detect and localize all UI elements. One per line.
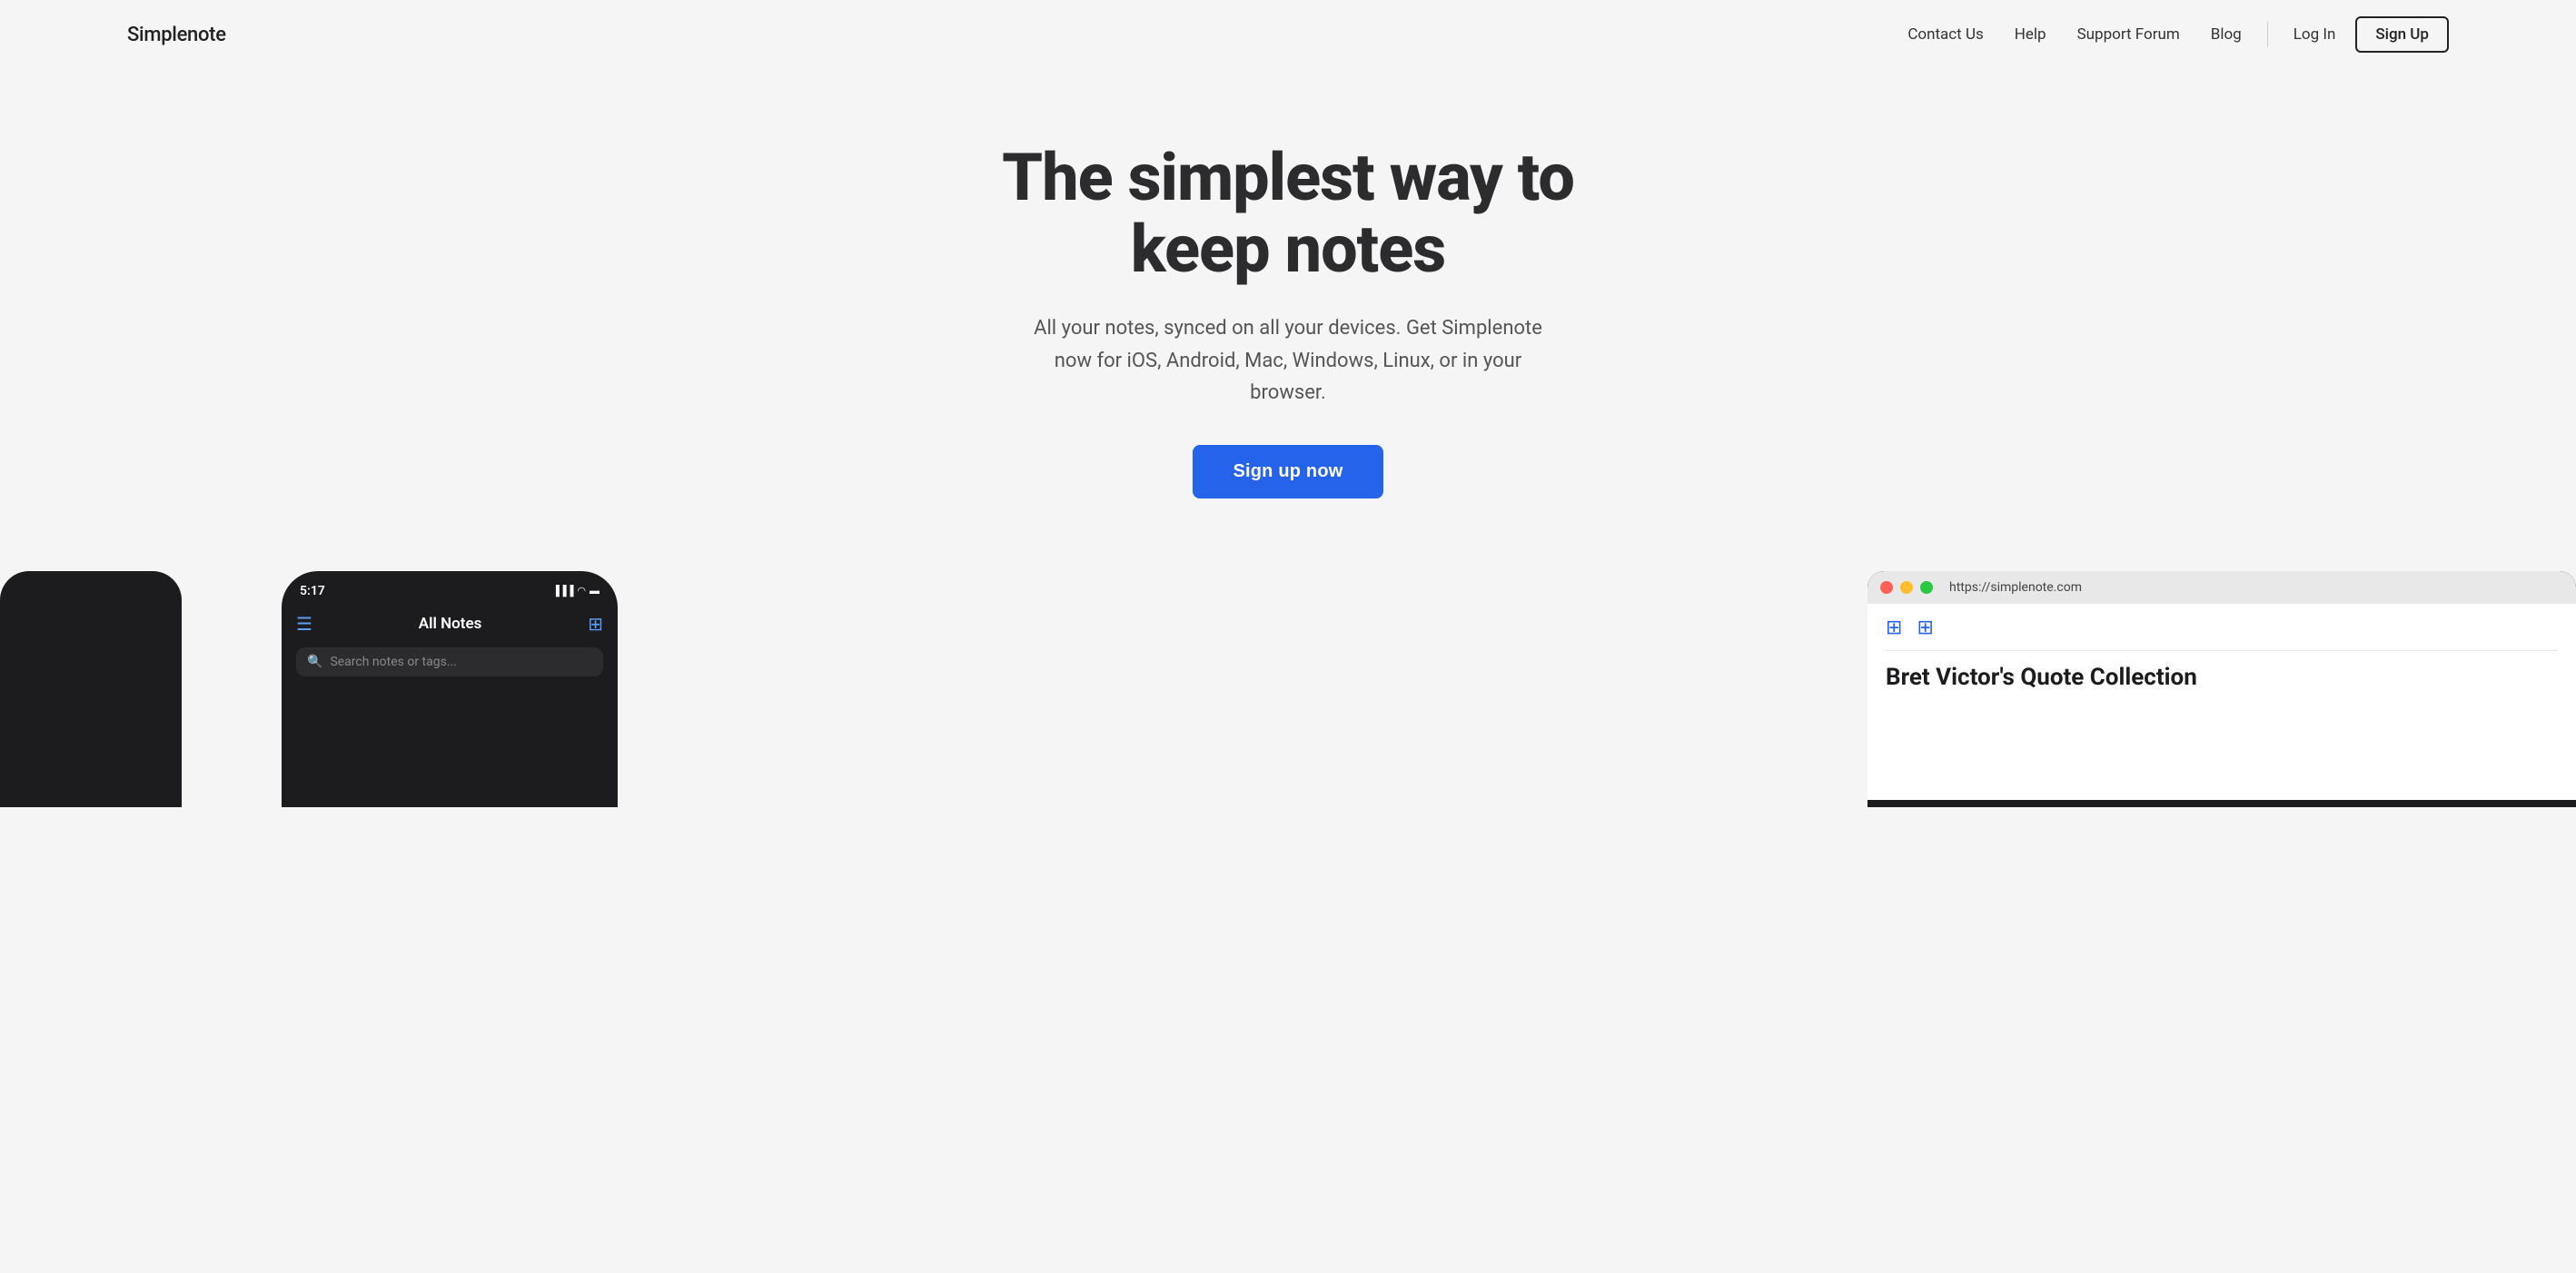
wifi-icon: ◠ xyxy=(577,585,586,597)
hero-subtitle: All your notes, synced on all your devic… xyxy=(1016,312,1560,409)
browser-maximize-dot[interactable] xyxy=(1920,581,1933,594)
logo[interactable]: Simplenote xyxy=(127,24,226,46)
phone-header-title: All Notes xyxy=(312,615,588,633)
browser-toolbar: https://simplenote.com xyxy=(1868,571,2576,604)
signup-now-button[interactable]: Sign up now xyxy=(1193,445,1382,498)
signal-icon: ▐▐▐ xyxy=(552,585,573,597)
new-note-icon[interactable]: ⊞ xyxy=(588,613,603,635)
nav-link-blog[interactable]: Blog xyxy=(2200,20,2253,49)
nav-link-help[interactable]: Help xyxy=(2004,20,2057,49)
browser-close-dot[interactable] xyxy=(1880,581,1893,594)
new-note-browser-icon[interactable]: ⊞ xyxy=(1886,617,1902,639)
menu-icon[interactable]: ☰ xyxy=(296,613,312,635)
main-nav: Simplenote Contact Us Help Support Forum… xyxy=(0,0,2576,69)
browser-minimize-dot[interactable] xyxy=(1900,581,1913,594)
nav-links: Contact Us Help Support Forum Blog Log I… xyxy=(1897,16,2449,53)
signup-link[interactable]: Sign Up xyxy=(2355,16,2449,53)
nav-link-support[interactable]: Support Forum xyxy=(2066,20,2191,49)
search-icon: 🔍 xyxy=(307,655,322,669)
battery-icon: ▬ xyxy=(590,585,599,597)
phone-middle: 5:17 ▐▐▐ ◠ ▬ ☰ All Notes ⊞ 🔍 Search note… xyxy=(282,571,618,807)
browser-content: ⊞ ⊞ Bret Victor's Quote Collection xyxy=(1868,604,2576,800)
phone-time: 5:17 xyxy=(300,584,325,598)
columns-icon[interactable]: ⊞ xyxy=(1917,617,1933,639)
browser-note-title: Bret Victor's Quote Collection xyxy=(1886,664,2558,691)
phone-header: ☰ All Notes ⊞ xyxy=(296,607,603,640)
browser-window: https://simplenote.com ⊞ ⊞ Bret Victor's… xyxy=(1868,571,2576,807)
phone-status-bar: 5:17 ▐▐▐ ◠ ▬ xyxy=(296,584,603,598)
phone-icons: ▐▐▐ ◠ ▬ xyxy=(552,585,599,597)
nav-link-contact[interactable]: Contact Us xyxy=(1897,20,1994,49)
browser-url-bar[interactable]: https://simplenote.com xyxy=(1949,580,2563,595)
phone-search-bar[interactable]: 🔍 Search notes or tags... xyxy=(296,647,603,676)
login-link[interactable]: Log In xyxy=(2283,20,2347,49)
phone-left xyxy=(0,571,182,807)
hero-title: The simplest way to keep notes xyxy=(943,142,1633,285)
phone-search-placeholder: Search notes or tags... xyxy=(330,655,456,669)
hero-section: The simplest way to keep notes All your … xyxy=(0,69,2576,553)
browser-app-bar: ⊞ ⊞ xyxy=(1886,617,2558,651)
nav-divider xyxy=(2267,22,2268,47)
devices-section: 5:17 ▐▐▐ ◠ ▬ ☰ All Notes ⊞ 🔍 Search note… xyxy=(0,553,2576,807)
